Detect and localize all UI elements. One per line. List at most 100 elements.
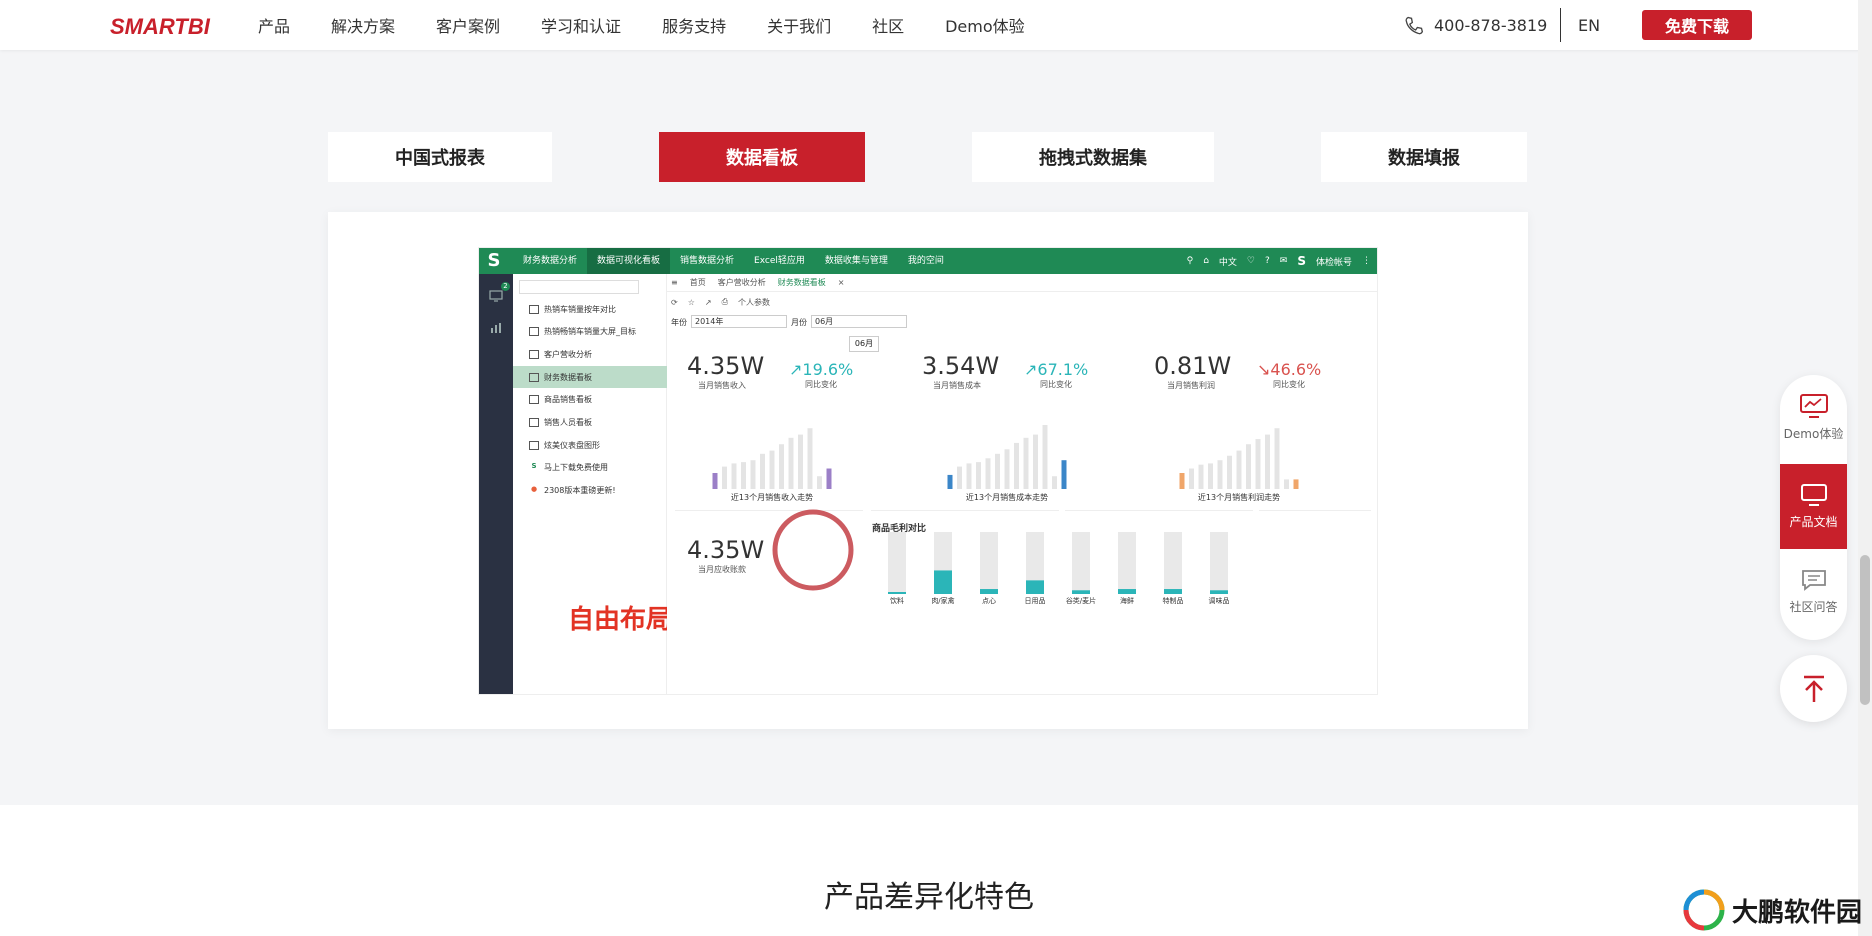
nav-item-community[interactable]: 社区 [872,13,904,37]
tree-item[interactable]: 商品销售看板 [513,389,667,411]
pct-value: ↗19.6% [789,360,854,379]
tree-item[interactable]: ● 2308版本重磅更新! [513,480,667,502]
tree-item[interactable]: 客户营收分析 [513,343,667,365]
nav-item-solutions[interactable]: 解决方案 [331,13,395,37]
float-qa[interactable]: 社区问答 [1780,549,1847,634]
more-icon[interactable]: ⋮ [1362,256,1371,266]
nav-item-cases[interactable]: 客户案例 [436,13,500,37]
back-to-top-button[interactable] [1780,655,1847,722]
print-icon[interactable]: ⎙ [722,297,728,307]
tab-data-dashboard[interactable]: 数据看板 [659,132,865,182]
language-switch[interactable]: EN [1578,16,1600,35]
kpi-label: 当月销售利润 [1167,381,1215,390]
nav-item-support[interactable]: 服务支持 [662,13,726,37]
kpi-revenue: 4.35W 当月销售收入 [687,352,764,391]
tab-drag-dataset[interactable]: 拖拽式数据集 [972,132,1214,182]
gross-bar-label: 饮料 [890,597,904,605]
scrollbar-track[interactable] [1858,0,1872,936]
tree-item-label: 销售人员看板 [544,418,592,427]
trend-bar [1061,460,1067,489]
dashboard-tab-myspace[interactable]: 我的空间 [898,248,954,274]
export-icon[interactable]: ↗ [705,298,712,307]
smartbi-logo[interactable]: SMARTBI [110,14,210,40]
watermark: 大鹏软件园 [1682,888,1862,932]
float-qa-label: 社区问答 [1789,600,1838,614]
search-icon[interactable]: ⚲ [1187,256,1194,266]
tree-item[interactable]: 财务数据看板 [513,366,667,389]
tree-item-label: 客户营收分析 [544,349,592,359]
help-icon[interactable]: ? [1265,256,1270,266]
trend-bar [976,462,981,489]
personal-params[interactable]: 个人参数 [738,297,770,308]
tree-item[interactable]: 热销车销量按年对比 [513,298,667,320]
tree-item-label: 热销畅销车销量大屏_目标 [544,327,636,337]
dashboard-tab-finance[interactable]: 财务数据分析 [513,248,587,274]
year-select[interactable]: 2014年 [691,315,787,328]
tab-data-entry[interactable]: 数据填报 [1321,132,1527,182]
kpi-profit-change: ↘46.6% 同比变化 [1257,360,1321,390]
trend-bar [779,444,784,489]
tree-search-input[interactable] [519,280,639,294]
float-docs[interactable]: 产品文档 [1780,464,1847,549]
trend-bar [769,450,775,489]
tree-item[interactable]: 炫美仪表盘图形 [513,434,667,456]
chart-icon[interactable] [489,322,503,336]
kpi-revenue-change: ↗19.6% 同比变化 [789,360,853,390]
trend-bar [1284,479,1289,489]
trend-bar [1198,464,1204,489]
gross-bar-bg [888,532,906,594]
float-demo-label: Demo体验 [1783,427,1844,441]
crumb-tab-customer[interactable]: 客户营收分析 [718,277,766,288]
month-tooltip: 06月 [849,336,879,352]
nav-item-product[interactable]: 产品 [258,13,290,37]
lang-zh[interactable]: 中文 [1219,255,1237,268]
dashboard-tab-visual[interactable]: 数据可视化看板 [587,248,671,274]
dashboard-tab-collect[interactable]: 数据收集与管理 [815,248,898,274]
star-icon[interactable]: ☆ [688,298,695,307]
gross-bar-label: 点心 [982,597,996,605]
dashboard-tab-excel[interactable]: Excel轻应用 [744,248,815,274]
trend-bar [995,453,1000,489]
trend-bar [712,473,718,489]
trend-bar [1014,442,1019,489]
float-demo[interactable]: Demo体验 [1780,375,1847,460]
close-icon[interactable]: × [838,278,845,287]
month-select[interactable]: 06月 [811,315,907,328]
dashboard-tab-sales[interactable]: 销售数据分析 [670,248,744,274]
kpi-cost-change: ↗67.1% 同比变化 [1024,360,1088,390]
menu-icon[interactable]: ≡ [671,278,678,287]
trend-bar [722,466,727,489]
revenue-trend-chart [712,428,832,489]
gross-bar [1072,590,1090,594]
account-name[interactable]: 体检帐号 [1316,255,1352,268]
notification-badge: 2 [501,282,510,291]
gross-bar-label: 谷类/麦片 [1065,597,1097,605]
nav-item-demo[interactable]: Demo体验 [945,13,1025,37]
docs-monitor-icon [1800,484,1827,506]
nav-item-learning[interactable]: 学习和认证 [541,13,621,37]
tree-item[interactable]: 热销畅销车销量大屏_目标 [513,321,667,343]
home-icon[interactable]: ⌂ [1203,256,1209,266]
pct-value: ↗67.1% [1024,360,1089,379]
scrollbar-thumb[interactable] [1860,555,1870,705]
resource-tree: 热销车销量按年对比热销畅销车销量大屏_目标 客户营收分析财务数据看板 商品销售看板销… [513,274,672,694]
chat-bubble-icon [1801,570,1826,591]
trend-bar [750,460,756,489]
tree-item[interactable]: 销售人员看板 [513,412,667,434]
crumb-home[interactable]: 首页 [690,277,706,288]
gross-bar-label: 特制品 [1162,597,1184,605]
crumb-tab-finance[interactable]: 财务数据看板 [778,277,826,288]
nav-item-about[interactable]: 关于我们 [767,13,831,37]
phone-contact[interactable]: 400-878-3819 [1404,15,1547,35]
chat-icon[interactable]: ✉ [1280,256,1288,266]
gross-bar-bg [980,532,998,594]
free-download-button[interactable]: 免费下载 [1642,10,1752,40]
filters-bar: 年份 2014年 月份 06月 [667,312,1377,332]
refresh-icon[interactable]: ⟳ [671,298,678,307]
monitor-icon[interactable] [489,290,503,304]
tree-item[interactable]: S 马上下载免费使用 [513,457,667,479]
tab-chinese-reports[interactable]: 中国式报表 [328,132,552,182]
gross-bar [1118,589,1136,594]
bell-icon[interactable]: ♡ [1247,256,1255,266]
gross-bar [1210,590,1228,594]
